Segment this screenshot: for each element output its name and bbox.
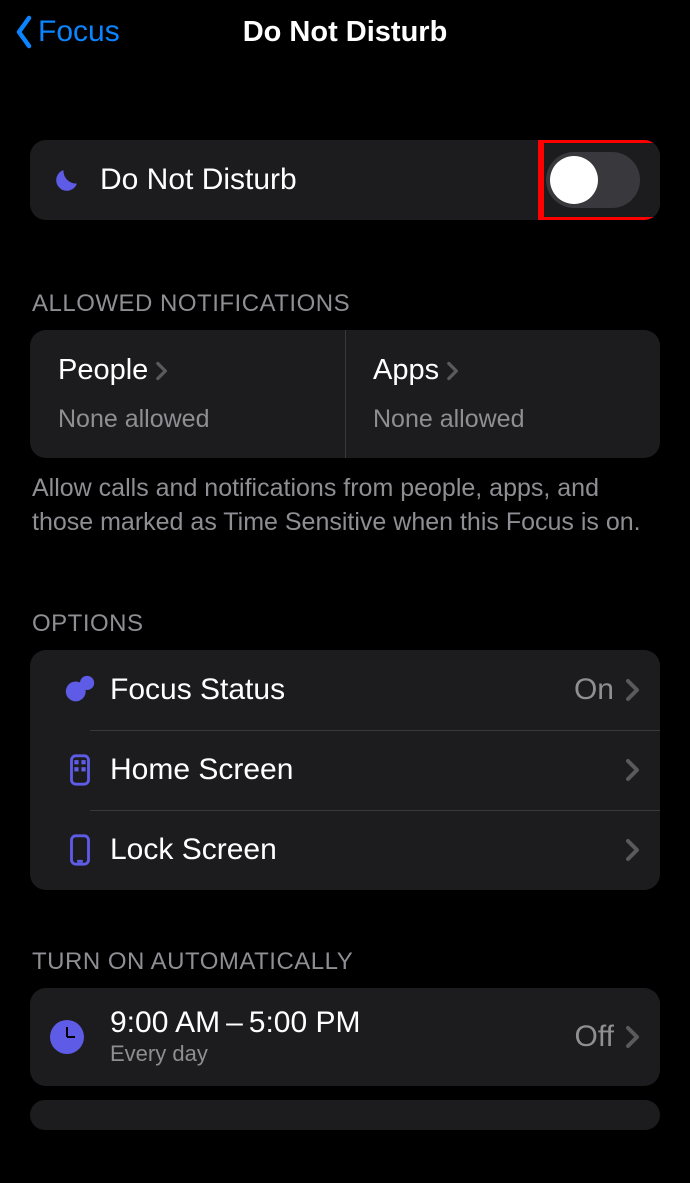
section-header-options: OPTIONS [30,610,660,650]
chevron-right-icon [626,838,640,862]
lock-screen-label: Lock Screen [110,833,277,867]
dnd-label: Do Not Disturb [100,163,297,197]
back-button[interactable]: Focus [14,15,120,49]
home-screen-row[interactable]: Home Screen [30,730,660,810]
lock-screen-row[interactable]: Lock Screen [30,810,660,890]
focus-status-value: On [574,673,620,707]
schedule-time: 9:00 AM – 5:00 PM [110,1006,361,1039]
home-screen-icon [50,753,110,787]
clock-icon [50,1020,110,1054]
chevron-left-icon [14,15,34,49]
allowed-people-title: People [58,354,148,387]
schedule-row[interactable]: 9:00 AM – 5:00 PM Every day Off [30,988,660,1086]
chevron-right-icon [447,361,459,381]
schedule-repeat: Every day [110,1041,361,1067]
dnd-toggle[interactable] [546,152,640,208]
focus-status-label: Focus Status [110,673,285,707]
section-header-auto: TURN ON AUTOMATICALLY [30,948,660,988]
allowed-apps-title: Apps [373,354,439,387]
chevron-right-icon [626,1025,640,1049]
do-not-disturb-row: Do Not Disturb [30,140,660,220]
allowed-apps-subtitle: None allowed [373,405,632,434]
focus-status-row[interactable]: Focus Status On [30,650,660,730]
allowed-footer: Allow calls and notifications from peopl… [30,458,660,540]
schedule-value: Off [575,1020,620,1054]
allowed-people-subtitle: None allowed [58,405,317,434]
lock-screen-icon [50,833,110,867]
moon-icon [50,163,100,197]
allowed-apps-cell[interactable]: Apps None allowed [345,330,660,458]
focus-status-icon [50,673,110,707]
back-label: Focus [38,15,120,49]
home-screen-label: Home Screen [110,753,293,787]
chevron-right-icon [626,758,640,782]
chevron-right-icon [626,678,640,702]
partial-row [30,1100,660,1130]
chevron-right-icon [156,361,168,381]
allowed-people-cell[interactable]: People None allowed [30,330,345,458]
section-header-allowed: ALLOWED NOTIFICATIONS [30,290,660,330]
